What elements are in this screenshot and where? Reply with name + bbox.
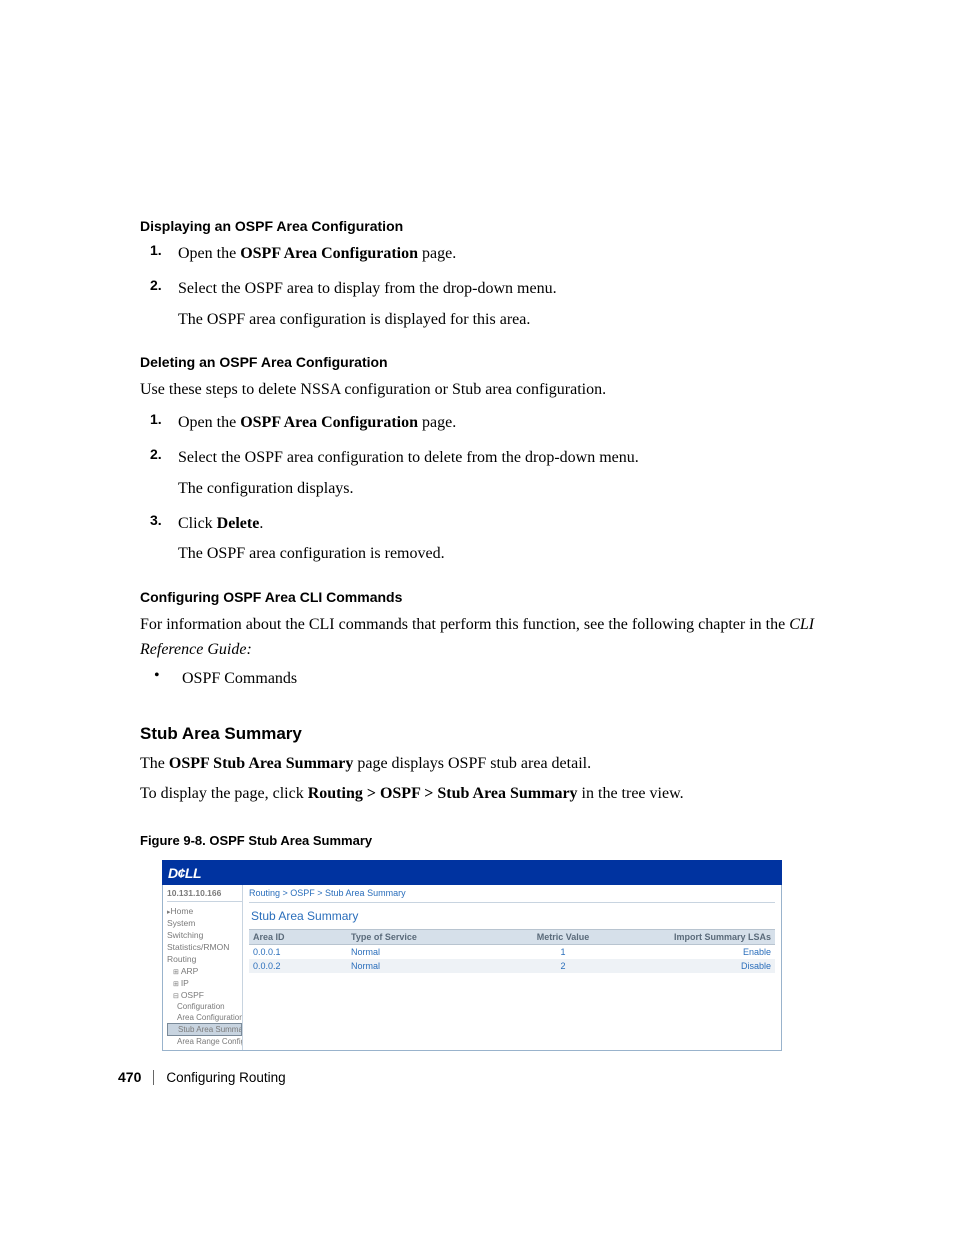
- text: page.: [418, 245, 456, 262]
- cell-metric: 1: [489, 945, 637, 960]
- text: To display the page, click: [140, 785, 308, 802]
- cell-tos: Normal: [347, 959, 489, 973]
- screenshot-ospf-stub-area: D¢LL 10.131.10.166 ▸Home System Switchin…: [162, 860, 782, 1051]
- nav-stub-area[interactable]: Stub Area Summary: [167, 1023, 242, 1036]
- cell-tos: Normal: [347, 945, 489, 960]
- text: Click: [178, 515, 217, 532]
- nav-area-range[interactable]: Area Range Configu: [167, 1036, 242, 1047]
- page-footer: 470 Configuring Routing: [118, 1069, 286, 1085]
- cell-import: Disable: [637, 959, 775, 973]
- app-topbar: D¢LL: [162, 860, 782, 885]
- ordered-list: 1. Open the OSPF Area Configuration page…: [140, 411, 820, 571]
- panel-title: Stub Area Summary: [249, 903, 775, 929]
- figure-caption: Figure 9-8. OSPF Stub Area Summary: [140, 833, 820, 848]
- bold-text: Delete: [217, 515, 260, 532]
- sidebar: 10.131.10.166 ▸Home System Switching Sta…: [163, 885, 243, 1050]
- th-tos: Type of Service: [347, 930, 489, 945]
- list-text: Open the OSPF Area Configuration page.: [178, 242, 456, 267]
- paragraph: The OSPF Stub Area Summary page displays…: [140, 752, 820, 777]
- heading-stub-area: Stub Area Summary: [140, 724, 820, 744]
- table-header-row: Area ID Type of Service Metric Value Imp…: [249, 930, 775, 945]
- list-text: Open the OSPF Area Configuration page.: [178, 411, 456, 436]
- dell-logo: D¢LL: [168, 865, 201, 881]
- paragraph: To display the page, click Routing > OSP…: [140, 782, 820, 807]
- ip-address: 10.131.10.166: [167, 888, 242, 902]
- footer-section: Configuring Routing: [166, 1070, 285, 1085]
- list-text: OSPF Commands: [182, 667, 297, 692]
- text: page displays OSPF stub area detail.: [353, 755, 591, 772]
- text: For information about the CLI commands t…: [140, 616, 789, 633]
- list-number: 3.: [140, 512, 178, 572]
- text: The configuration displays.: [178, 477, 639, 502]
- nav-arp[interactable]: ⊞ ARP: [167, 965, 242, 977]
- text: Select the OSPF area to display from the…: [178, 277, 557, 302]
- th-area-id: Area ID: [249, 930, 347, 945]
- th-metric: Metric Value: [489, 930, 637, 945]
- breadcrumb: Routing > OSPF > Stub Area Summary: [249, 888, 775, 903]
- text: The: [140, 755, 169, 772]
- th-import: Import Summary LSAs: [637, 930, 775, 945]
- list-number: 1.: [140, 242, 178, 271]
- bullet-icon: •: [140, 667, 182, 696]
- page-content: Displaying an OSPF Area Configuration 1.…: [140, 218, 820, 1051]
- nav-switching[interactable]: Switching: [167, 929, 242, 941]
- text: Open the: [178, 245, 240, 262]
- nav-area-config[interactable]: Area Configuration: [167, 1012, 242, 1023]
- list-text: Select the OSPF area configuration to de…: [178, 446, 639, 502]
- text: Open the: [178, 414, 240, 431]
- paragraph: Use these steps to delete NSSA configura…: [140, 378, 820, 403]
- list-number: 1.: [140, 411, 178, 440]
- cell-area-id: 0.0.0.2: [249, 959, 347, 973]
- table-row: 0.0.0.1 Normal 1 Enable: [249, 945, 775, 960]
- bold-text: Routing > OSPF > Stub Area Summary: [308, 785, 578, 802]
- heading-display-ospf: Displaying an OSPF Area Configuration: [140, 218, 820, 234]
- heading-delete-ospf: Deleting an OSPF Area Configuration: [140, 354, 820, 370]
- nav-statistics[interactable]: Statistics/RMON: [167, 941, 242, 953]
- nav-home[interactable]: ▸Home: [167, 905, 242, 917]
- text: The OSPF area configuration is displayed…: [178, 308, 557, 333]
- list-text: Click Delete. The OSPF area configuratio…: [178, 512, 445, 568]
- main-panel: Routing > OSPF > Stub Area Summary Stub …: [243, 885, 781, 1050]
- heading-cli-commands: Configuring OSPF Area CLI Commands: [140, 589, 820, 605]
- cell-area-id: 0.0.0.1: [249, 945, 347, 960]
- app-body: 10.131.10.166 ▸Home System Switching Sta…: [162, 885, 782, 1051]
- ordered-list: 1. Open the OSPF Area Configuration page…: [140, 242, 820, 336]
- bold-text: OSPF Area Configuration: [240, 245, 418, 262]
- text: in the tree view.: [578, 785, 684, 802]
- stub-area-table: Area ID Type of Service Metric Value Imp…: [249, 929, 775, 973]
- nav-configuration[interactable]: Configuration: [167, 1001, 242, 1012]
- nav-routing[interactable]: Routing: [167, 953, 242, 965]
- page-number: 470: [118, 1069, 141, 1085]
- bold-text: OSPF Area Configuration: [240, 414, 418, 431]
- text: .: [259, 515, 263, 532]
- unordered-list: • OSPF Commands: [140, 667, 820, 696]
- cell-import: Enable: [637, 945, 775, 960]
- text: The OSPF area configuration is removed.: [178, 542, 445, 567]
- list-number: 2.: [140, 277, 178, 337]
- list-text: Select the OSPF area to display from the…: [178, 277, 557, 333]
- text: page.: [418, 414, 456, 431]
- nav-system[interactable]: System: [167, 917, 242, 929]
- cell-metric: 2: [489, 959, 637, 973]
- text: Select the OSPF area configuration to de…: [178, 446, 639, 471]
- footer-divider: [153, 1070, 154, 1085]
- nav-ospf[interactable]: ⊟ OSPF: [167, 989, 242, 1001]
- nav-ip[interactable]: ⊞ IP: [167, 977, 242, 989]
- table-row: 0.0.0.2 Normal 2 Disable: [249, 959, 775, 973]
- bold-text: OSPF Stub Area Summary: [169, 755, 353, 772]
- paragraph: For information about the CLI commands t…: [140, 613, 820, 663]
- list-number: 2.: [140, 446, 178, 506]
